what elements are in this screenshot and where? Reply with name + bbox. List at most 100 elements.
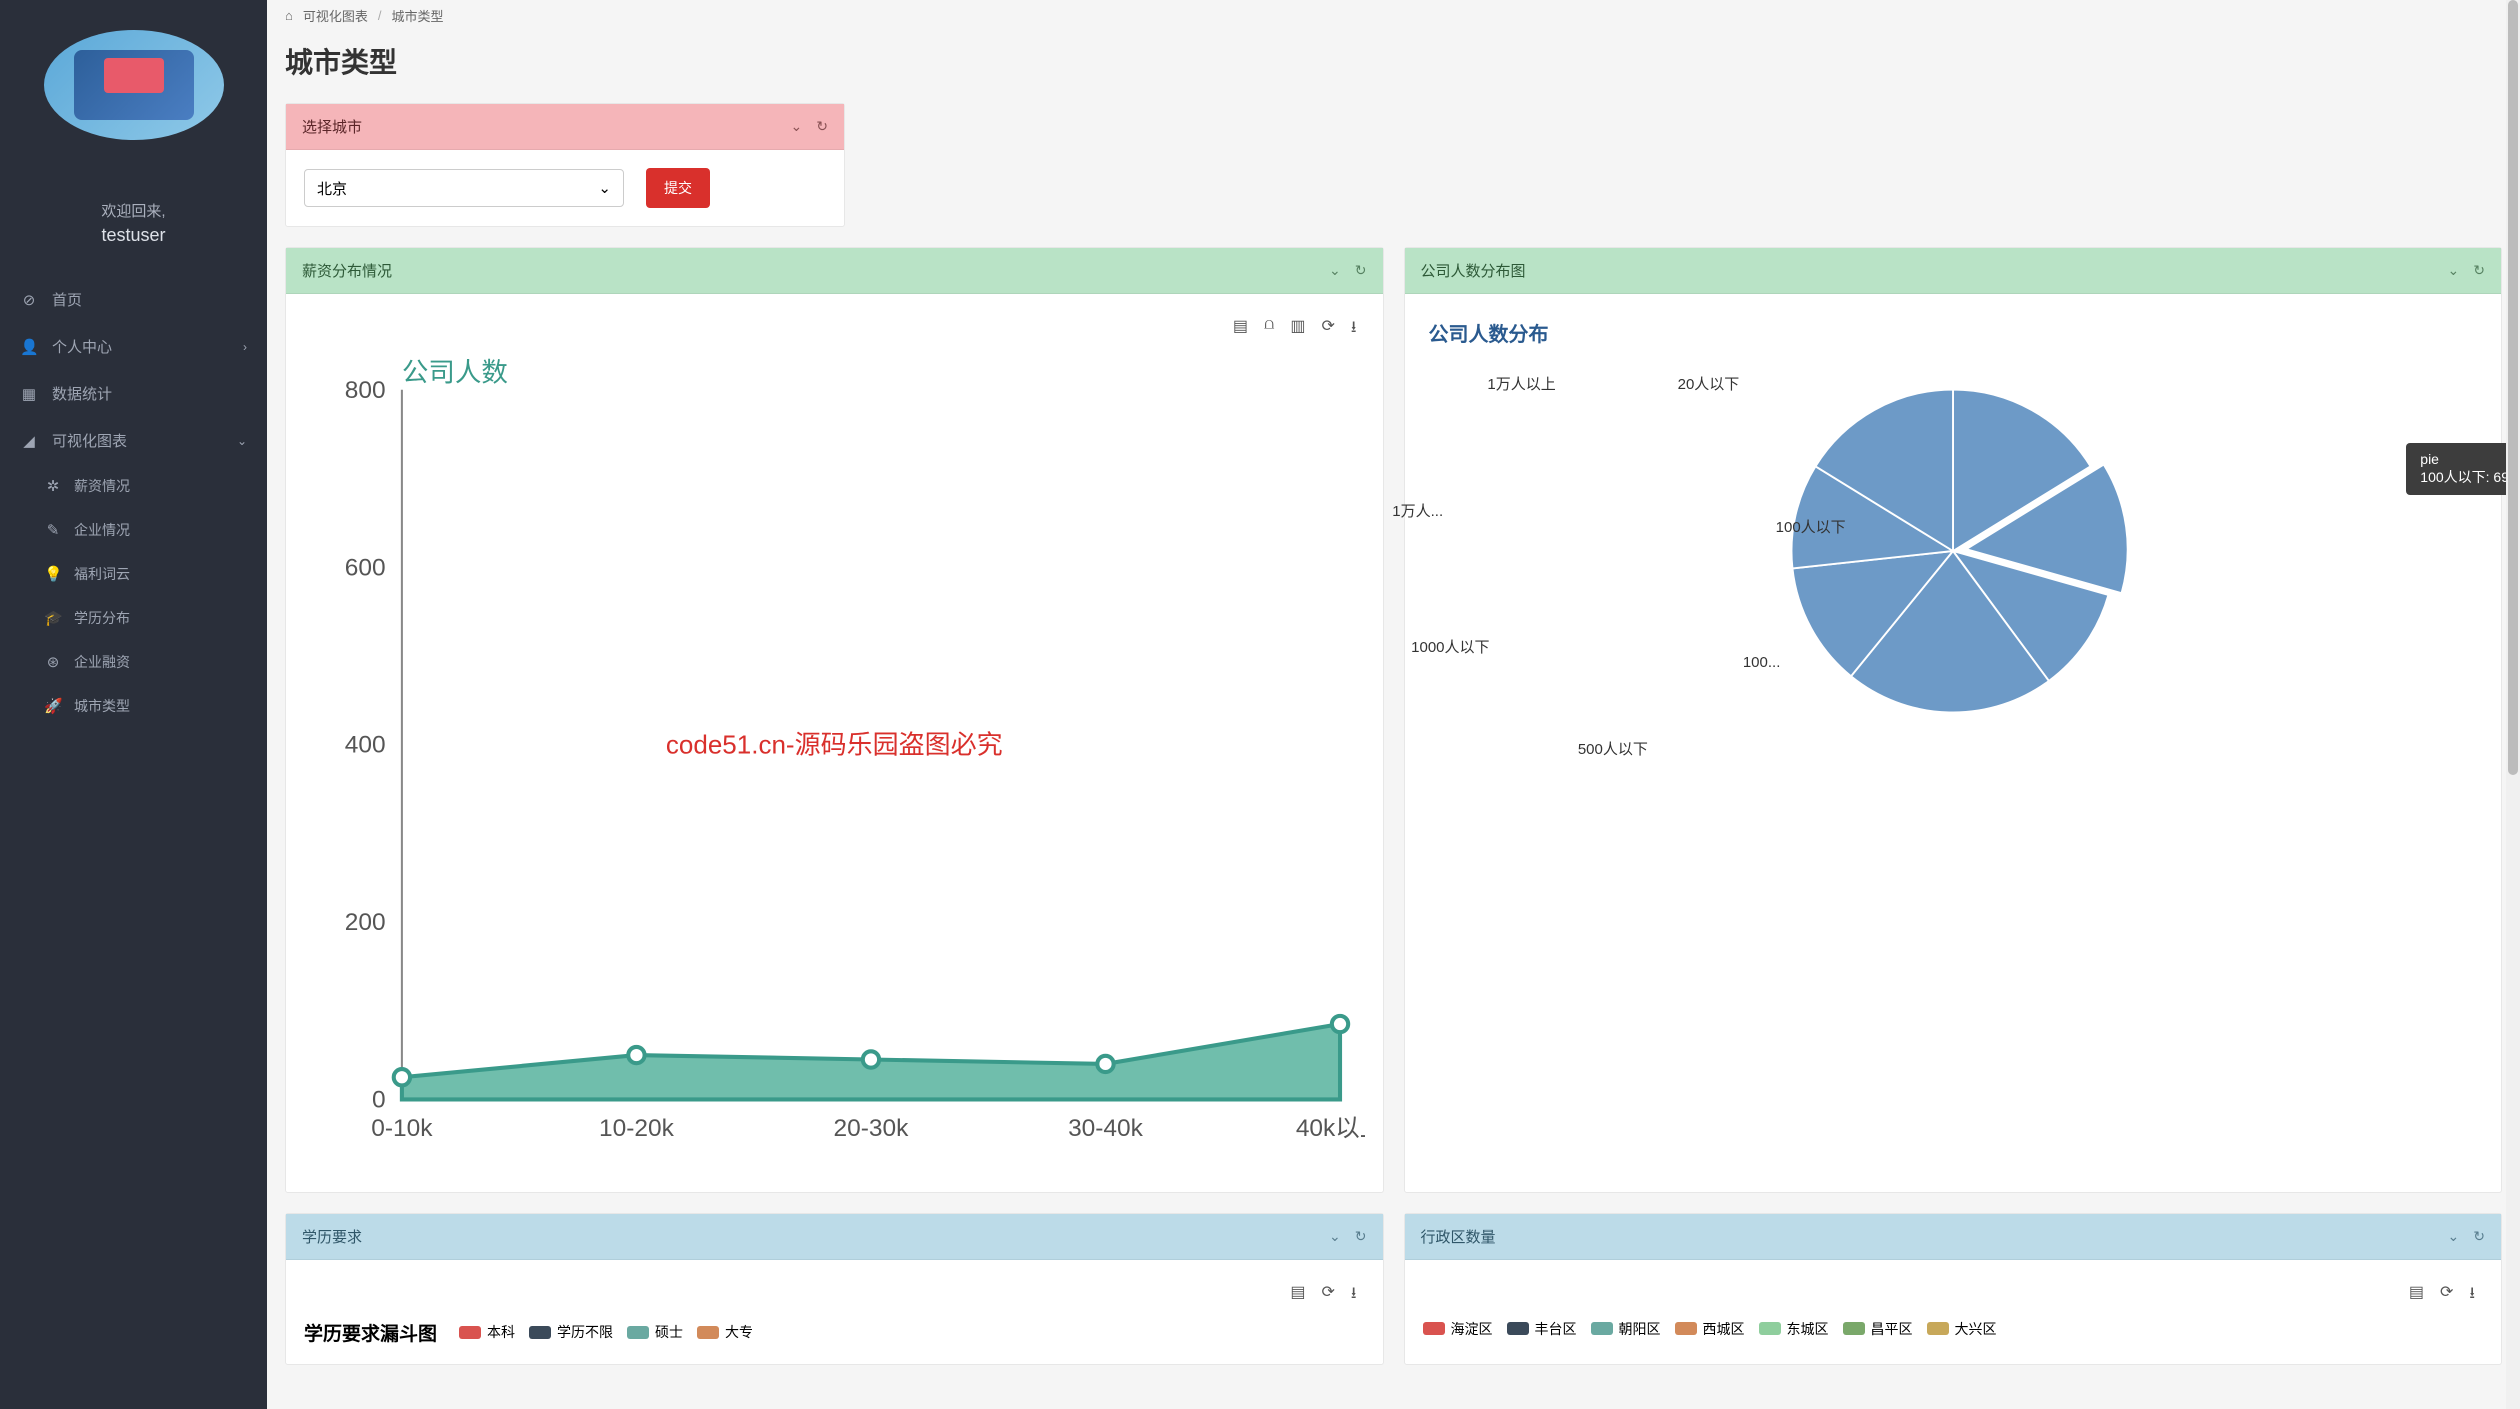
card-header: 选择城市 ⌄ ↻ [286, 104, 844, 150]
nav-sub-wordcloud[interactable]: 💡福利词云 [0, 552, 267, 596]
collapse-icon[interactable]: ⌄ [1329, 262, 1341, 279]
svg-text:40k以上: 40k以上 [1296, 1114, 1365, 1142]
card-title: 公司人数分布图 [1421, 260, 1526, 281]
main: ⌂ 可视化图表 / 城市类型 城市类型 选择城市 ⌄ ↻ 北京 ⌄ [267, 0, 2520, 1409]
nav-sub-citytype[interactable]: 🚀城市类型 [0, 684, 267, 728]
svg-text:200: 200 [345, 909, 386, 936]
legend-swatch [1843, 1322, 1865, 1335]
chart-icon: ◢ [20, 432, 38, 450]
download-icon[interactable]: ⭳ [2469, 1282, 2475, 1309]
city-select[interactable]: 北京 ⌄ [304, 169, 624, 207]
funnel-title: 学历要求漏斗图 [304, 1319, 437, 1346]
refresh-icon[interactable]: ↻ [2473, 262, 2485, 279]
refresh-icon[interactable]: ↻ [2473, 1228, 2485, 1245]
svg-text:20-30k: 20-30k [834, 1115, 910, 1142]
nav-sub-enterprise[interactable]: ✎企业情况 [0, 508, 267, 552]
legend-swatch [529, 1326, 551, 1339]
breadcrumb-seg[interactable]: 可视化图表 [303, 6, 368, 25]
submit-button[interactable]: 提交 [646, 168, 710, 208]
nav-stats[interactable]: ▦ 数据统计 [0, 370, 267, 417]
sidebar: 欢迎回来, testuser ⊘ 首页 👤 个人中心 › ▦ 数据统计 ◢ 可视… [0, 0, 267, 1409]
legend-item[interactable]: 大兴区 [1927, 1319, 1997, 1339]
svg-text:10-20k: 10-20k [599, 1115, 675, 1142]
welcome-block: 欢迎回来, testuser [0, 160, 267, 276]
card-title: 学历要求 [302, 1226, 362, 1247]
refresh-icon[interactable]: ↻ [1355, 262, 1367, 279]
feather-icon: ✎ [44, 521, 62, 539]
data-view-icon[interactable]: ▤ [2409, 1282, 2424, 1309]
data-view-icon[interactable]: ▤ [1290, 1282, 1305, 1309]
pie-slice-label: 20人以下 [1678, 373, 1740, 394]
card-header: 学历要求 ⌄ ↻ [286, 1214, 1383, 1260]
collapse-icon[interactable]: ⌄ [791, 118, 803, 135]
pie-title: 公司人数分布 [1423, 312, 2484, 361]
legend-item[interactable]: 硕士 [627, 1322, 683, 1342]
pie-slice-label: 1万人以上 [1487, 373, 1555, 394]
education-card: 学历要求 ⌄ ↻ ▤ ⟳ ⭳ 学历要求漏斗图 本科学历不限硕士大专 [285, 1213, 1384, 1365]
welcome-text: 欢迎回来, [0, 200, 267, 221]
legend-swatch [1591, 1322, 1613, 1335]
card-header: 薪资分布情况 ⌄ ↻ [286, 248, 1383, 294]
legend-item[interactable]: 大专 [697, 1322, 753, 1342]
svg-text:0: 0 [372, 1087, 386, 1114]
legend-item[interactable]: 昌平区 [1843, 1319, 1913, 1339]
chevron-down-icon: ⌄ [598, 179, 611, 197]
city-select-value: 北京 [317, 178, 347, 199]
chevron-down-icon: ⌄ [237, 434, 247, 448]
line-toggle-icon[interactable]: ⩍ [1264, 316, 1274, 343]
legend-swatch [1927, 1322, 1949, 1335]
scrollbar[interactable] [2506, 0, 2520, 1409]
salary-area-chart: 公司人数02004006008000-10k10-20k20-30k30-40k… [304, 353, 1365, 1169]
city-select-card: 选择城市 ⌄ ↻ 北京 ⌄ 提交 [285, 103, 845, 227]
nav-sub-salary[interactable]: ✲薪资情况 [0, 464, 267, 508]
collapse-icon[interactable]: ⌄ [2448, 1228, 2460, 1245]
svg-text:400: 400 [345, 732, 386, 759]
nav-charts[interactable]: ◢ 可视化图表 ⌄ [0, 417, 267, 464]
graduation-icon: 🎓 [44, 609, 62, 627]
salary-chart-card: 薪资分布情况 ⌄ ↻ ▤ ⩍ ▥ ⟳ ⭳ code51.cn-源码乐园盗图必究 [285, 247, 1384, 1193]
legend-item[interactable]: 东城区 [1759, 1319, 1829, 1339]
svg-text:30-40k: 30-40k [1068, 1115, 1144, 1142]
nav-sub: ✲薪资情况 ✎企业情况 💡福利词云 🎓学历分布 ⊛企业融资 🚀城市类型 [0, 464, 267, 728]
refresh-icon[interactable]: ↻ [1355, 1228, 1367, 1245]
chart-toolbar: ▤ ⩍ ▥ ⟳ ⭳ [304, 312, 1365, 353]
download-icon[interactable]: ⭳ [1351, 316, 1357, 343]
rocket-icon: 🚀 [44, 697, 62, 715]
card-title: 行政区数量 [1421, 1226, 1496, 1247]
breadcrumb: ⌂ 可视化图表 / 城市类型 [285, 0, 2502, 27]
chevron-right-icon: › [243, 340, 247, 354]
refresh-icon[interactable]: ↻ [816, 118, 828, 135]
legend-item[interactable]: 本科 [459, 1322, 515, 1342]
pie-slice-label: 1万人... [1392, 500, 1443, 521]
download-icon[interactable]: ⭳ [1351, 1282, 1357, 1309]
restore-icon[interactable]: ⟳ [1321, 1282, 1334, 1309]
legend-swatch [627, 1326, 649, 1339]
nav-sub-funding[interactable]: ⊛企业融资 [0, 640, 267, 684]
card-header: 行政区数量 ⌄ ↻ [1405, 1214, 2502, 1260]
funnel-legend: 学历要求漏斗图 本科学历不限硕士大专 [304, 1319, 1365, 1346]
legend-item[interactable]: 海淀区 [1423, 1319, 1493, 1339]
restore-icon[interactable]: ⟳ [1321, 316, 1334, 343]
pie-tooltip: pie 100人以下: 69 [2406, 443, 2520, 495]
home-icon[interactable]: ⌂ [285, 8, 293, 23]
breadcrumb-seg: 城市类型 [392, 6, 444, 25]
nav-home[interactable]: ⊘ 首页 [0, 276, 267, 323]
data-view-icon[interactable]: ▤ [1233, 316, 1248, 343]
legend-item[interactable]: 学历不限 [529, 1322, 613, 1342]
legend-swatch [1759, 1322, 1781, 1335]
nav-profile[interactable]: 👤 个人中心 › [0, 323, 267, 370]
legend-swatch [1507, 1322, 1529, 1335]
legend-item[interactable]: 朝阳区 [1591, 1319, 1661, 1339]
nav-label: 个人中心 [52, 336, 112, 357]
collapse-icon[interactable]: ⌄ [1329, 1228, 1341, 1245]
legend-swatch [697, 1326, 719, 1339]
legend-item[interactable]: 西城区 [1675, 1319, 1745, 1339]
legend-item[interactable]: 丰台区 [1507, 1319, 1577, 1339]
chart-toolbar: ▤ ⟳ ⭳ [1423, 1278, 2484, 1319]
bar-toggle-icon[interactable]: ▥ [1290, 316, 1305, 343]
nav-sub-education[interactable]: 🎓学历分布 [0, 596, 267, 640]
svg-text:600: 600 [345, 554, 386, 581]
legend-swatch [1675, 1322, 1697, 1335]
restore-icon[interactable]: ⟳ [2440, 1282, 2453, 1309]
collapse-icon[interactable]: ⌄ [2448, 262, 2460, 279]
